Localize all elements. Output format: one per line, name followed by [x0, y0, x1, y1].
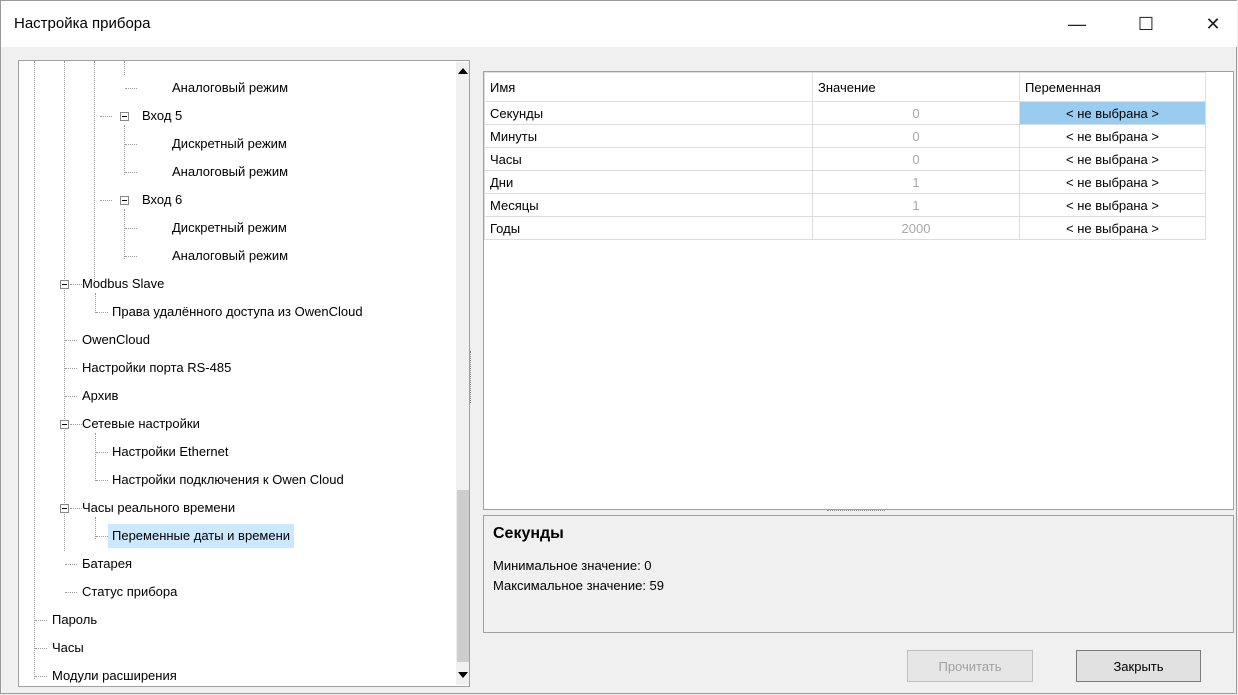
scroll-up-icon[interactable] [458, 68, 468, 74]
row-name: Секунды [484, 101, 813, 125]
row-name: Минуты [484, 124, 813, 148]
tree-item[interactable]: Аналоговый режим [172, 160, 288, 184]
column-header-value[interactable]: Значение [812, 72, 1020, 102]
row-variable[interactable]: < не выбрана > [1019, 124, 1206, 148]
tree-item[interactable]: Дискретный режим [172, 216, 287, 240]
row-value[interactable]: 1 [812, 193, 1020, 217]
column-header-name[interactable]: Имя [484, 72, 813, 102]
description-panel: Секунды Минимальное значение: 0 Максимал… [483, 515, 1234, 633]
tree-item[interactable]: Настройки порта RS-485 [82, 356, 231, 380]
minimize-button[interactable]: — [1054, 1, 1100, 47]
parameters-grid: Имя Значение Переменная Секунды 0 < не в… [483, 71, 1234, 510]
tree-item[interactable]: Пароль [52, 608, 97, 632]
table-row[interactable]: Дни 1 < не выбрана > [484, 170, 1206, 194]
tree-item[interactable]: Сетевые настройки [82, 412, 200, 436]
tree-item[interactable]: Батарея [82, 552, 132, 576]
table-row[interactable]: Годы 2000 < не выбрана > [484, 216, 1206, 240]
tree-item[interactable]: OwenCloud [82, 328, 150, 352]
row-variable[interactable]: < не выбрана > [1019, 170, 1206, 194]
row-name: Часы [484, 147, 813, 171]
tree-item[interactable]: Вход 5 [142, 104, 182, 128]
settings-tree[interactable]: Аналоговый режим Вход 5 Дискретный режим… [18, 60, 470, 687]
vertical-splitter[interactable] [470, 351, 474, 403]
tree-item[interactable]: Настройки подключения к Owen Cloud [112, 468, 344, 492]
scroll-down-icon[interactable] [458, 672, 468, 678]
row-variable[interactable]: < не выбрана > [1019, 101, 1206, 125]
collapse-icon[interactable] [60, 504, 69, 513]
row-name: Месяцы [484, 193, 813, 217]
collapse-icon[interactable] [60, 420, 69, 429]
description-title: Секунды [493, 525, 564, 542]
min-value-text: Минимальное значение: 0 [493, 558, 652, 573]
max-value-text: Максимальное значение: 59 [493, 578, 665, 593]
tree-item[interactable]: Дискретный режим [172, 132, 287, 156]
table-row[interactable]: Секунды 0 < не выбрана > [484, 101, 1206, 125]
tree-item[interactable]: Статус прибора [82, 580, 177, 604]
row-variable[interactable]: < не выбрана > [1019, 216, 1206, 240]
read-button[interactable]: Прочитать [907, 650, 1033, 682]
collapse-icon[interactable] [120, 196, 129, 205]
collapse-icon[interactable] [120, 112, 129, 121]
tree-item[interactable]: Права удалённого доступа из OwenCloud [112, 300, 363, 324]
table-row[interactable]: Минуты 0 < не выбрана > [484, 124, 1206, 148]
tree-item[interactable]: Modbus Slave [82, 272, 164, 296]
row-variable[interactable]: < не выбрана > [1019, 193, 1206, 217]
title-bar: Настройка прибора — ☐ ✕ [1, 1, 1237, 47]
row-value[interactable]: 0 [812, 124, 1020, 148]
row-value[interactable]: 1 [812, 170, 1020, 194]
column-header-variable[interactable]: Переменная [1019, 72, 1206, 102]
tree-item[interactable]: Часы [52, 636, 84, 660]
tree-item[interactable]: Вход 6 [142, 188, 182, 212]
tree-item[interactable]: Аналоговый режим [172, 244, 288, 268]
tree-item-selected[interactable]: Переменные даты и времени [108, 524, 295, 548]
scroll-thumb[interactable] [457, 490, 469, 662]
window-title: Настройка прибора [14, 15, 151, 32]
table-row[interactable]: Часы 0 < не выбрана > [484, 147, 1206, 171]
tree-item[interactable]: Настройки Ethernet [112, 440, 229, 464]
tree-item[interactable]: Модули расширения [52, 664, 177, 686]
collapse-icon[interactable] [60, 280, 69, 289]
row-name: Дни [484, 170, 813, 194]
row-value[interactable]: 0 [812, 101, 1020, 125]
maximize-button[interactable]: ☐ [1123, 1, 1169, 47]
close-button[interactable]: Закрыть [1076, 650, 1201, 682]
row-variable[interactable]: < не выбрана > [1019, 147, 1206, 171]
table-row[interactable]: Месяцы 1 < не выбрана > [484, 193, 1206, 217]
tree-item[interactable]: Часы реального времени [82, 496, 235, 520]
close-window-button[interactable]: ✕ [1190, 1, 1236, 47]
tree-scrollbar[interactable] [456, 62, 469, 685]
tree-item[interactable]: Аналоговый режим [172, 76, 288, 100]
row-name: Годы [484, 216, 813, 240]
settings-window: Настройка прибора — ☐ ✕ Аналоговый режим… [0, 0, 1237, 694]
tree-item[interactable]: Архив [82, 384, 118, 408]
row-value[interactable]: 2000 [812, 216, 1020, 240]
row-value[interactable]: 0 [812, 147, 1020, 171]
